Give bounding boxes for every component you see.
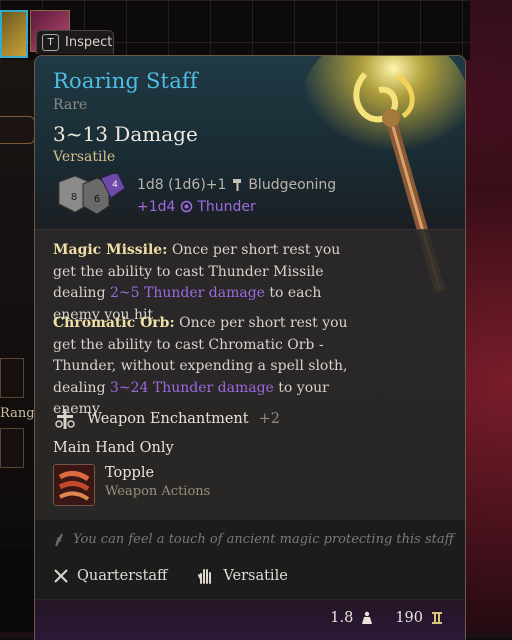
- ability-title: Chromatic Orb:: [53, 315, 175, 331]
- main-hand-only: Main Hand Only: [53, 440, 174, 456]
- weapon-properties: Quarterstaff Versatile: [53, 567, 288, 585]
- thunder-icon: [180, 200, 193, 213]
- action-name: Topple: [105, 465, 155, 481]
- property-tag: Versatile: [53, 149, 116, 165]
- damage-range: 3~13 Damage: [53, 122, 198, 146]
- die-value: 8: [71, 192, 77, 203]
- weapon-enchantment: Weapon Enchantment +2: [53, 407, 280, 431]
- quarterstaff-icon: [54, 569, 68, 583]
- gold-icon: [432, 612, 442, 624]
- bonus-dice: +1d4: [137, 199, 176, 215]
- die-value: 6: [94, 194, 100, 205]
- ability-damage: 2~5 Thunder damage: [109, 285, 265, 301]
- inspect-hint[interactable]: T Inspect: [36, 30, 114, 54]
- side-slot[interactable]: [0, 428, 24, 468]
- die-value: 4: [112, 180, 118, 190]
- ability-chromatic-orb: Chromatic Orb: Once per short rest you g…: [53, 313, 353, 421]
- weapon-type: Quarterstaff: [77, 568, 168, 584]
- enchantment-label: Weapon Enchantment: [87, 411, 249, 427]
- tooltip-footer: 1.8 190: [35, 599, 465, 640]
- lore-line: You can feel a touch of ancient magic pr…: [73, 532, 454, 547]
- ability-damage: 3~24 Thunder damage: [109, 379, 274, 396]
- weapon-action-topple[interactable]: Topple Weapon Actions: [53, 464, 210, 506]
- side-slot[interactable]: [0, 358, 24, 398]
- enchantment-value: +2: [258, 411, 280, 427]
- damage-line: 1d8 (1d6)+1 Bludgeoning: [137, 177, 336, 193]
- inspect-key-icon: T: [42, 34, 59, 51]
- hand-icon: [198, 569, 212, 584]
- hammer-icon: [232, 179, 241, 191]
- weight-value: 1.8: [330, 610, 354, 626]
- weight-icon: [362, 611, 373, 624]
- bonus-type: Thunder: [197, 199, 256, 215]
- bonus-line: +1d4 Thunder: [137, 199, 256, 215]
- feather-icon: [55, 533, 63, 546]
- damage-type: Bludgeoning: [248, 177, 337, 193]
- weapon-property: Versatile: [223, 568, 288, 584]
- inspect-label: Inspect: [65, 35, 113, 50]
- left-panel-tab[interactable]: [0, 116, 35, 144]
- enchantment-icon: [55, 409, 75, 429]
- ability-title: Magic Missile:: [53, 242, 168, 258]
- gold-value: 190: [395, 610, 423, 626]
- damage-dice: 1d8 (1d6)+1: [137, 177, 227, 193]
- item-name: Roaring Staff: [53, 69, 198, 93]
- action-type: Weapon Actions: [105, 484, 211, 499]
- dice-icon: 8 6 4: [58, 174, 125, 215]
- item-rarity: Rare: [53, 97, 88, 113]
- lore-text: You can feel a touch of ancient magic pr…: [53, 532, 454, 547]
- inventory-slot-staff[interactable]: [0, 10, 28, 58]
- topple-icon: [53, 464, 95, 506]
- item-tooltip: Roaring Staff Rare 3~13 Damage Versatile…: [34, 55, 466, 640]
